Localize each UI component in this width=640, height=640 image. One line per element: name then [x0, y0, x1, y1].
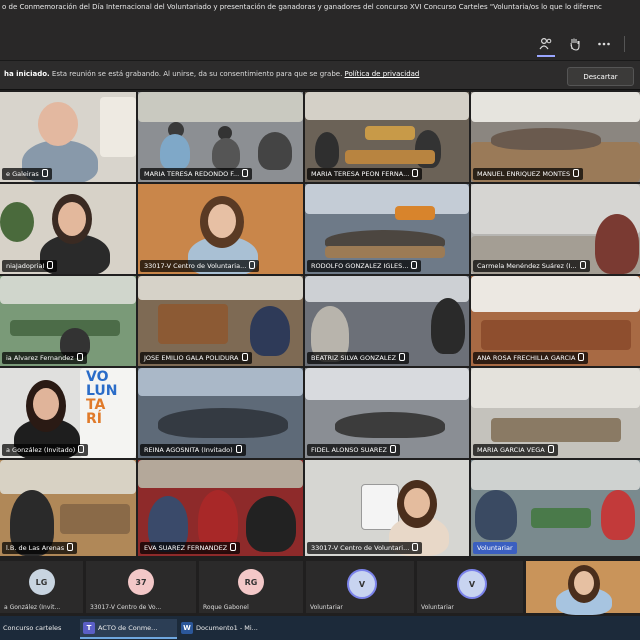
participant-name: ia Alvarez Fernandez — [2, 352, 87, 364]
word-icon: W — [181, 622, 193, 634]
participant-name: 33017-V Centro de Vo... — [90, 604, 162, 611]
video-tile[interactable]: 33017-V Centro de Voluntari... — [305, 460, 469, 556]
participant-name: Roque Gabonel — [203, 604, 249, 611]
video-tile[interactable]: FIDEL ALONSO SUAREZ — [305, 368, 469, 458]
participant-name: a González (Invit... — [4, 604, 61, 611]
participant-name: ANA ROSA FRECHILLA GARCIA — [473, 352, 589, 364]
participant-name: EVA SUAREZ FERNANDEZ — [140, 542, 241, 554]
divider — [624, 36, 625, 52]
taskbar-item[interactable]: Concurso carteles — [0, 619, 77, 637]
video-tile[interactable]: REINA AGOSNITA (Invitado) — [138, 368, 303, 458]
avatar: V — [347, 569, 377, 599]
video-tile[interactable]: MARIA TERESA PEON FERNA... — [305, 92, 469, 182]
participant-name: RODOLFO GONZALEZ IGLES... — [307, 260, 422, 272]
participant-name: REINA AGOSNITA (Invitado) — [140, 444, 246, 456]
video-tile[interactable]: BEATRIZ SILVA GONZALEZ — [305, 276, 469, 366]
participant-name: 33017-V Centro de Voluntaria... — [140, 260, 260, 272]
video-tile[interactable]: MARIA TERESA REDONDO F... — [138, 92, 303, 182]
participant-name: FIDEL ALONSO SUAREZ — [307, 444, 400, 456]
avatar: 37 — [128, 569, 154, 595]
video-tile[interactable]: ANA ROSA FRECHILLA GARCIA — [471, 276, 640, 366]
participant-tile[interactable]: RG Roque Gabonel — [199, 561, 303, 613]
participant-name: MANUEL ENRIQUEZ MONTES — [473, 168, 584, 180]
video-tile[interactable]: e Galeiras — [0, 92, 136, 182]
video-tile[interactable]: VO LUN TA RÍ a González (Invitado) — [0, 368, 136, 458]
video-tile[interactable]: MANUEL ENRIQUEZ MONTES — [471, 92, 640, 182]
participant-tile[interactable]: V Voluntariar — [306, 561, 414, 613]
window-titlebar: o de Conmemoración del Día Internacional… — [0, 0, 640, 28]
participant-name: a González (Invitado) — [2, 444, 89, 456]
self-video-tile[interactable] — [526, 561, 640, 615]
participant-name: e Galeiras — [2, 168, 52, 180]
taskbar: Concurso carteles T ACTO de Conme... W Doc… — [0, 616, 640, 640]
participant-name: Carmela Menéndez Suárez (I... — [473, 260, 590, 272]
participant-tile[interactable]: LG a González (Invit... — [0, 561, 83, 613]
video-grid: e Galeiras MARIA TERESA REDONDO F... MAR… — [0, 92, 640, 558]
active-indicator — [537, 55, 555, 57]
video-tile[interactable]: EVA SUAREZ FERNANDEZ — [138, 460, 303, 556]
participant-name: Voluntariar — [421, 604, 454, 611]
video-tile[interactable]: 33017-V Centro de Voluntaria... — [138, 184, 303, 274]
video-tile[interactable]: l.B. de Las Arenas — [0, 460, 136, 556]
participant-name: Voluntariar — [310, 604, 343, 611]
participants-row: LG a González (Invit... 37 33017-V Centr… — [0, 559, 640, 615]
people-icon[interactable] — [536, 34, 556, 54]
taskbar-item-teams[interactable]: T ACTO de Conme... — [80, 619, 177, 639]
hand-icon[interactable] — [565, 34, 585, 54]
recording-banner: ha iniciado. Esta reunión se está graban… — [0, 61, 640, 90]
video-tile[interactable]: Carmela Menéndez Suárez (I... — [471, 184, 640, 274]
meeting-toolbar — [0, 28, 640, 61]
participant-tile[interactable]: 37 33017-V Centro de Vo... — [86, 561, 196, 613]
video-tile[interactable]: niaJadopriaI — [0, 184, 136, 274]
video-tile[interactable]: JOSE EMILIO GALA POLIDURA — [138, 276, 303, 366]
participant-name: JOSE EMILIO GALA POLIDURA — [140, 352, 252, 364]
dismiss-button[interactable]: Descartar — [567, 67, 634, 86]
participant-name: MARIA GARCIA VEGA — [473, 444, 558, 456]
video-tile[interactable]: MARIA GARCIA VEGA — [471, 368, 640, 458]
participant-name: MARIA TERESA PEON FERNA... — [307, 168, 423, 180]
teams-icon: T — [83, 622, 95, 634]
participant-name: Voluntariar — [473, 542, 517, 554]
recording-message: Esta reunión se está grabando. Al unirse… — [49, 70, 345, 78]
participant-name: BEATRIZ SILVA GONZALEZ — [307, 352, 410, 364]
participant-name: niaJadopriaI — [2, 260, 58, 272]
participant-name: 33017-V Centro de Voluntari... — [307, 542, 423, 554]
participant-tile[interactable]: V Voluntariar — [417, 561, 523, 613]
participant-name: MARIA TERESA REDONDO F... — [140, 168, 253, 180]
more-icon[interactable] — [594, 34, 614, 54]
video-tile[interactable]: RODOLFO GONZALEZ IGLES... — [305, 184, 469, 274]
poster: VO LUN TA RÍ — [80, 368, 136, 458]
video-tile[interactable]: ia Alvarez Fernandez — [0, 276, 136, 366]
avatar: LG — [28, 569, 55, 595]
privacy-policy-link[interactable]: Política de privacidad — [345, 70, 420, 78]
avatar: RG — [238, 569, 264, 595]
meeting-title: o de Conmemoración del Día Internacional… — [2, 3, 602, 11]
taskbar-item-word[interactable]: W Documento1 - Mi... — [178, 619, 275, 637]
participant-name: l.B. de Las Arenas — [2, 542, 78, 554]
avatar: V — [457, 569, 487, 599]
recording-bold-text: ha iniciado. — [4, 70, 50, 78]
video-tile[interactable]: Voluntariar — [471, 460, 640, 556]
